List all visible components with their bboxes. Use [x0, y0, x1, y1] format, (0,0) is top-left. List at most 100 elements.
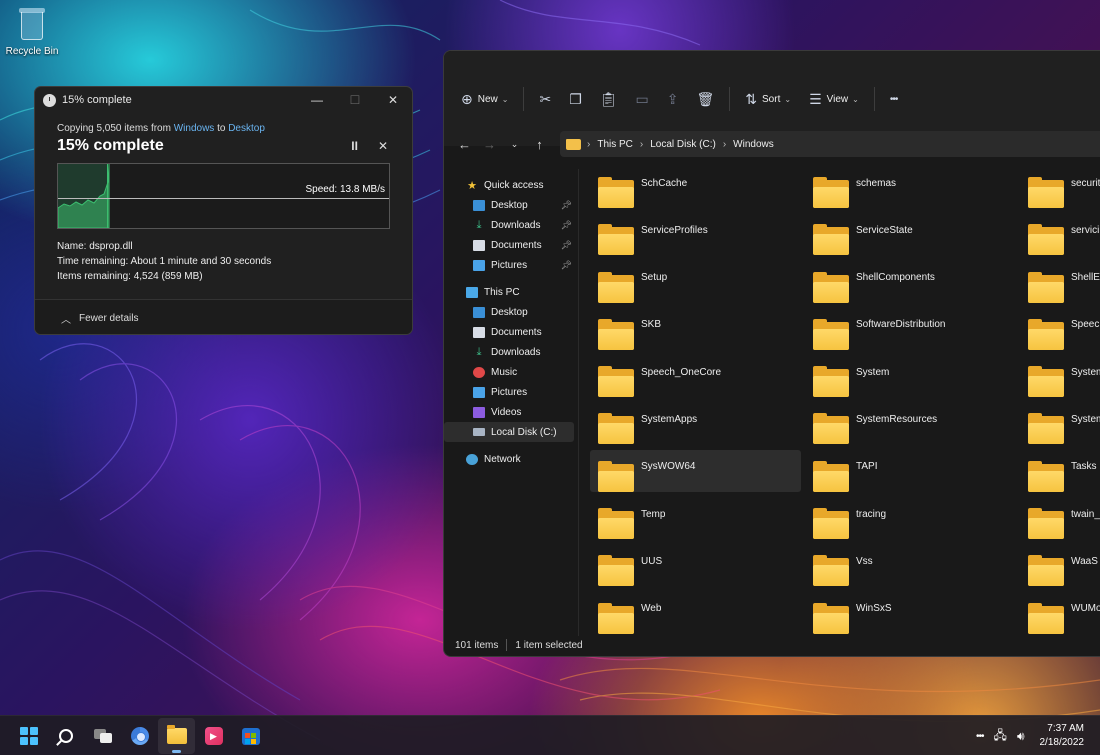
- folder-item[interactable]: SystemTemp: [1020, 402, 1100, 445]
- network-status-icon[interactable]: 🖧︎: [994, 726, 1007, 747]
- start-button[interactable]: [10, 718, 47, 754]
- file-explorer-button[interactable]: [158, 718, 195, 754]
- breadcrumb-this-pc[interactable]: This PC: [597, 139, 633, 150]
- recent-chevron-icon[interactable]: ⌄: [502, 139, 527, 150]
- folder-item[interactable]: SchCache: [590, 166, 805, 208]
- star-icon: ★: [467, 179, 477, 192]
- nav-pc-downloads[interactable]: ⤓ Downloads: [444, 342, 578, 362]
- nav-pc-local-disk[interactable]: Local Disk (C:): [444, 422, 574, 442]
- folder-name: SystemApps: [641, 413, 698, 425]
- sort-button[interactable]: ⇅ Sort ⌄: [736, 87, 800, 111]
- folder-item[interactable]: WaaS: [1020, 544, 1100, 587]
- nav-quick-access[interactable]: ★ Quick access: [444, 175, 578, 195]
- media-player-button[interactable]: ▶: [195, 718, 232, 754]
- folder-item[interactable]: Speech: [1020, 308, 1100, 350]
- breadcrumb-local-disk[interactable]: Local Disk (C:): [650, 139, 716, 150]
- nav-pc-desktop[interactable]: Desktop: [444, 302, 578, 322]
- folder-item[interactable]: SysWOW64: [590, 449, 801, 492]
- folder-icon: [1028, 318, 1064, 350]
- more-options-button[interactable]: •••: [881, 87, 907, 111]
- folder-item[interactable]: schemas: [805, 166, 1020, 208]
- folder-item[interactable]: UUS: [590, 544, 805, 587]
- nav-quick-desktop[interactable]: Desktop 📌︎: [444, 195, 578, 215]
- copy-button[interactable]: ❐: [560, 87, 591, 111]
- nav-pc-videos[interactable]: Videos: [444, 402, 578, 422]
- folder-item[interactable]: WinSxS: [805, 592, 1020, 634]
- folder-item[interactable]: security: [1020, 166, 1100, 208]
- folder-item[interactable]: tracing: [805, 497, 1020, 540]
- folder-item[interactable]: servicing: [1020, 213, 1100, 256]
- folder-icon: [1028, 460, 1064, 492]
- folder-item[interactable]: SKB: [590, 308, 805, 350]
- folder-item[interactable]: Web: [590, 592, 805, 634]
- address-bar[interactable]: › This PC › Local Disk (C:) › Windows: [560, 131, 1100, 157]
- pause-button[interactable]: II: [351, 139, 358, 153]
- delete-button[interactable]: 🗑︎: [688, 87, 724, 111]
- nav-pc-pictures[interactable]: Pictures: [444, 382, 578, 402]
- folder-icon: [1028, 271, 1064, 303]
- rename-button[interactable]: ▭: [627, 87, 658, 111]
- share-button[interactable]: ⇪: [658, 87, 688, 111]
- nav-label: Downloads: [491, 346, 541, 358]
- chrome-button[interactable]: [121, 718, 158, 754]
- dialog-titlebar[interactable]: 15% complete — ☐ ✕: [35, 87, 412, 113]
- search-button[interactable]: [47, 718, 84, 754]
- paste-button[interactable]: 📋︎: [591, 87, 627, 111]
- copy-prefix: Copying 5,050 items from: [57, 123, 174, 134]
- chevron-right-icon: ›: [587, 138, 591, 150]
- overflow-icon[interactable]: •••: [976, 731, 984, 742]
- cut-button[interactable]: ✂: [530, 87, 560, 111]
- folder-item[interactable]: SystemResources: [805, 402, 1020, 445]
- folder-item[interactable]: Vss: [805, 544, 1020, 587]
- folder-item[interactable]: SoftwareDistribution: [805, 308, 1020, 350]
- folder-name: tracing: [856, 508, 887, 520]
- task-view-button[interactable]: [84, 718, 121, 754]
- source-link[interactable]: Windows: [174, 123, 215, 134]
- new-button[interactable]: ⊕ New ⌄: [452, 87, 517, 111]
- nav-quick-pictures[interactable]: Pictures 📌︎: [444, 255, 578, 275]
- drive-icon: [473, 428, 485, 436]
- recycle-bin[interactable]: Recycle Bin: [4, 6, 60, 57]
- folder-item[interactable]: Tasks: [1020, 450, 1100, 492]
- folder-item[interactable]: ShellExperiences: [1020, 261, 1100, 303]
- nav-label: Downloads: [491, 219, 541, 231]
- folder-item[interactable]: System: [805, 355, 1020, 398]
- folder-item[interactable]: Temp: [590, 497, 805, 540]
- store-button[interactable]: [232, 718, 269, 754]
- folder-item[interactable]: Speech_OneCore: [590, 355, 805, 398]
- nav-label: Desktop: [491, 306, 528, 318]
- up-arrow-icon[interactable]: ↑: [527, 137, 552, 152]
- cancel-copy-button[interactable]: ✕: [378, 139, 388, 153]
- fewer-details-button[interactable]: ︿ Fewer details: [35, 299, 412, 334]
- folder-item[interactable]: WUModels: [1020, 592, 1100, 634]
- close-button[interactable]: ✕: [374, 87, 412, 113]
- folder-item[interactable]: TAPI: [805, 450, 1020, 492]
- clock[interactable]: 7:37 AM 2/18/2022: [1040, 722, 1085, 750]
- minimize-button[interactable]: —: [298, 87, 336, 113]
- folder-item[interactable]: Setup: [590, 261, 805, 303]
- folder-item[interactable]: SystemApps: [590, 402, 805, 445]
- folder-item[interactable]: twain_32: [1020, 497, 1100, 540]
- destination-link[interactable]: Desktop: [228, 123, 265, 134]
- breadcrumb-windows[interactable]: Windows: [733, 139, 774, 150]
- nav-quick-documents[interactable]: Documents 📌︎: [444, 235, 578, 255]
- nav-network[interactable]: Network: [444, 449, 578, 469]
- nav-quick-downloads[interactable]: ⤓ Downloads 📌︎: [444, 215, 578, 235]
- copy-icon: ❐: [569, 90, 582, 107]
- nav-pc-music[interactable]: Music: [444, 362, 578, 382]
- nav-pc-documents[interactable]: Documents: [444, 322, 578, 342]
- folder-name: ShellComponents: [856, 272, 935, 284]
- scissors-icon: ✂: [539, 90, 552, 107]
- folder-name: SystemResources: [856, 413, 938, 425]
- folder-item[interactable]: ServiceState: [805, 213, 1020, 256]
- view-button[interactable]: ☰ View ⌄: [800, 87, 868, 111]
- folder-name: WinSxS: [856, 603, 892, 615]
- folder-item[interactable]: ShellComponents: [805, 261, 1020, 303]
- nav-this-pc[interactable]: This PC: [444, 282, 578, 302]
- folder-name: schemas: [856, 177, 897, 189]
- folder-item[interactable]: ServiceProfiles: [590, 213, 805, 256]
- folder-name: Web: [641, 603, 662, 615]
- back-arrow-icon[interactable]: ←: [452, 137, 477, 152]
- folder-item[interactable]: System32: [1020, 355, 1100, 398]
- volume-icon[interactable]: 🔊︎: [1017, 729, 1025, 744]
